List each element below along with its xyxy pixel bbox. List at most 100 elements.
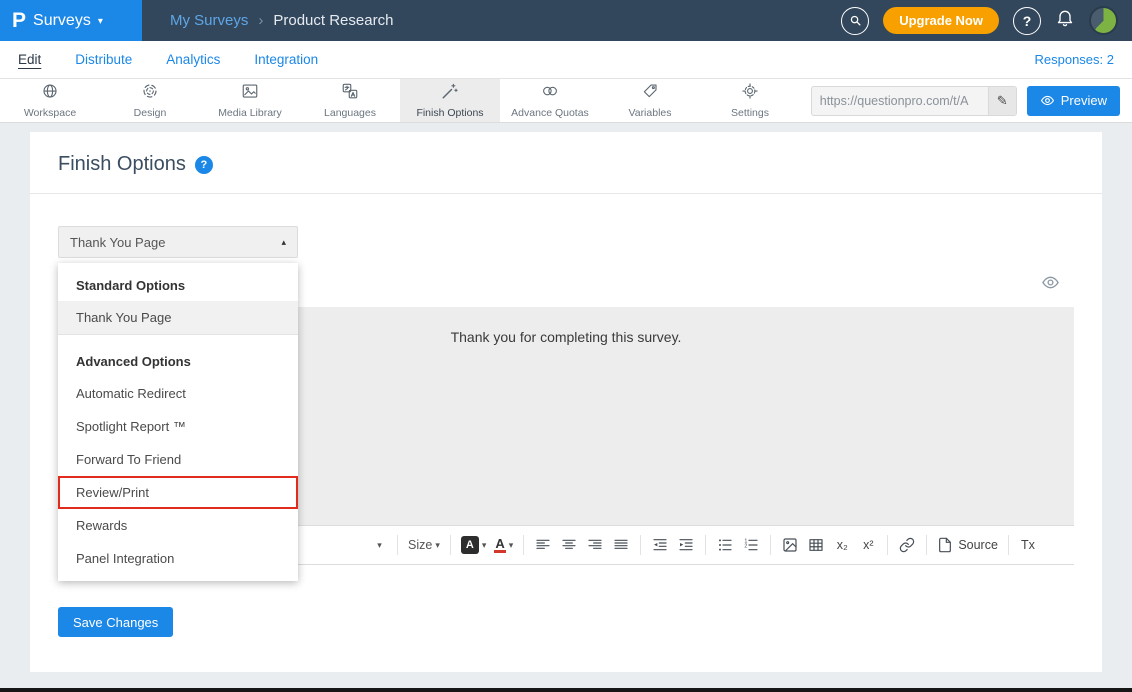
card-body: Thank You Page ▴ Thank you for completin… <box>30 194 1102 637</box>
tab-edit[interactable]: Edit <box>18 52 41 67</box>
ribbon-item-languages[interactable]: Languages <box>300 79 400 122</box>
chevron-down-icon: ▾ <box>98 16 103 27</box>
numbered-list-button[interactable]: 12 <box>739 532 763 558</box>
align-center-icon <box>561 537 577 553</box>
ribbon-item-label: Languages <box>324 107 376 119</box>
background-color-button[interactable]: A▾ <box>458 532 490 558</box>
subscript-button[interactable]: x₂ <box>830 532 854 558</box>
source-file-icon <box>937 537 953 553</box>
toolbar-separator <box>640 535 641 555</box>
ribbon-item-media-library[interactable]: Media Library <box>200 79 300 122</box>
increase-indent-button[interactable] <box>674 532 698 558</box>
media-library-icon <box>241 82 259 105</box>
font-dropdown-button[interactable]: ▾ <box>366 532 390 558</box>
toolbar-separator <box>1008 535 1009 555</box>
finish-option-select[interactable]: Thank You Page ▴ <box>58 226 298 258</box>
text-color-button[interactable]: A▾ <box>491 532 516 558</box>
ribbon-item-advance-quotas[interactable]: Advance Quotas <box>500 79 600 122</box>
align-left-button[interactable] <box>531 532 555 558</box>
align-justify-button[interactable] <box>609 532 633 558</box>
menu-item-rewards[interactable]: Rewards <box>58 509 298 542</box>
variables-tag-icon <box>641 82 659 105</box>
window-bottom-edge <box>0 688 1132 692</box>
breadcrumb-current: Product Research <box>273 12 393 29</box>
ribbon-item-label: Advance Quotas <box>511 107 589 119</box>
preview-button[interactable]: Preview <box>1027 86 1120 116</box>
edit-url-button[interactable]: ✎ <box>988 87 1016 115</box>
search-icon <box>848 13 863 28</box>
breadcrumb: My Surveys › Product Research <box>170 12 393 29</box>
ribbon-item-label: Media Library <box>218 107 282 119</box>
table-icon <box>808 537 824 553</box>
ribbon-item-design[interactable]: Design <box>100 79 200 122</box>
select-value: Thank You Page <box>70 235 165 250</box>
ribbon-item-finish-options[interactable]: Finish Options <box>400 79 500 122</box>
bell-icon <box>1055 8 1075 28</box>
ribbon-item-label: Finish Options <box>416 107 483 119</box>
menu-item-panel-integration[interactable]: Panel Integration <box>58 542 298 575</box>
remove-format-button[interactable]: Tx <box>1016 532 1040 558</box>
toolbar-separator <box>887 535 888 555</box>
toolbar-separator <box>705 535 706 555</box>
background-color-icon: A <box>461 536 479 554</box>
finish-options-card: Finish Options ? Thank You Page ▴ Thank … <box>30 132 1102 672</box>
remove-format-icon: Tx <box>1021 538 1035 552</box>
insert-image-button[interactable] <box>778 532 802 558</box>
ribbon-item-label: Workspace <box>24 107 76 119</box>
align-right-icon <box>587 537 603 553</box>
languages-icon <box>341 82 359 105</box>
svg-text:2: 2 <box>745 544 748 550</box>
design-icon <box>141 82 159 105</box>
decrease-indent-icon <box>652 537 668 553</box>
numbered-list-icon: 12 <box>743 537 759 553</box>
toolbar-separator <box>523 535 524 555</box>
questionpro-logo-icon: P <box>12 9 26 33</box>
tab-distribute[interactable]: Distribute <box>75 52 132 67</box>
breadcrumb-my-surveys[interactable]: My Surveys <box>170 12 248 29</box>
search-button[interactable] <box>841 7 869 35</box>
help-button[interactable]: ? <box>1013 7 1041 35</box>
menu-item-automatic-redirect[interactable]: Automatic Redirect <box>58 377 298 410</box>
insert-link-button[interactable] <box>895 532 919 558</box>
tab-integration[interactable]: Integration <box>254 52 318 67</box>
advance-quotas-icon <box>541 82 559 105</box>
align-right-button[interactable] <box>583 532 607 558</box>
upgrade-now-button[interactable]: Upgrade Now <box>883 7 999 34</box>
text-color-icon: A <box>494 537 505 554</box>
toolbar-separator <box>397 535 398 555</box>
source-button[interactable]: Source <box>934 532 1001 558</box>
notifications-button[interactable] <box>1055 8 1075 33</box>
tab-analytics[interactable]: Analytics <box>166 52 220 67</box>
superscript-button[interactable]: x² <box>856 532 880 558</box>
chevron-down-icon: ▾ <box>377 540 382 551</box>
ribbon-item-variables[interactable]: Variables <box>600 79 700 122</box>
menu-item-forward-to-friend[interactable]: Forward To Friend <box>58 443 298 476</box>
survey-url-input[interactable] <box>812 94 988 108</box>
ribbon-item-settings[interactable]: Settings <box>700 79 800 122</box>
size-label: Size <box>408 538 432 552</box>
menu-item-spotlight-report[interactable]: Spotlight Report ™ <box>58 410 298 443</box>
preview-label: Preview <box>1061 93 1107 108</box>
menu-item-review-print[interactable]: Review/Print <box>58 476 298 509</box>
insert-table-button[interactable] <box>804 532 828 558</box>
surveys-product-menu[interactable]: P Surveys ▾ <box>0 0 142 41</box>
align-justify-icon <box>613 537 629 553</box>
ribbon-item-label: Design <box>134 107 167 119</box>
align-left-icon <box>535 537 551 553</box>
font-size-dropdown[interactable]: Size▾ <box>405 532 443 558</box>
account-avatar[interactable] <box>1089 6 1118 35</box>
chevron-down-icon: ▾ <box>509 540 514 551</box>
settings-gear-icon <box>741 82 759 105</box>
ribbon-item-label: Settings <box>731 107 769 119</box>
title-help-icon[interactable]: ? <box>195 156 213 174</box>
align-center-button[interactable] <box>557 532 581 558</box>
responses-count[interactable]: Responses: 2 <box>1035 52 1115 67</box>
editor-preview-eye-button[interactable] <box>1041 273 1060 297</box>
page-background: Finish Options ? Thank You Page ▴ Thank … <box>0 123 1132 672</box>
decrease-indent-button[interactable] <box>648 532 672 558</box>
ribbon-item-workspace[interactable]: Workspace <box>0 79 100 122</box>
page-title: Finish Options <box>58 153 186 176</box>
save-changes-button[interactable]: Save Changes <box>58 607 173 637</box>
bullet-list-button[interactable] <box>713 532 737 558</box>
menu-item-thank-you-page[interactable]: Thank You Page <box>58 301 298 335</box>
